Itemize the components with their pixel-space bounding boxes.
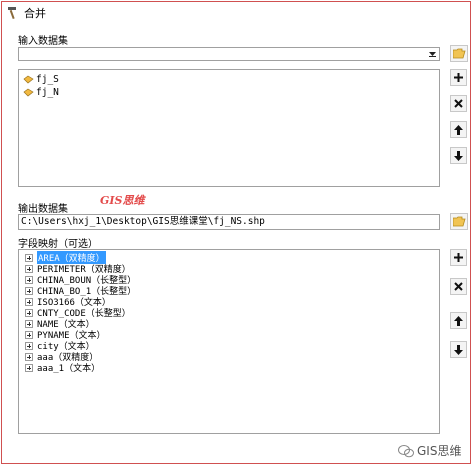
dataset-icon [23, 75, 34, 84]
browse-output-button[interactable] [450, 213, 468, 230]
field-map-tree[interactable]: AREA（双精度） PERIMETER（双精度） CHINA_BOUN（长整型）… [18, 249, 440, 434]
move-down-button[interactable] [450, 147, 467, 164]
list-item-label: fj_N [36, 87, 59, 98]
expand-icon[interactable] [25, 275, 33, 284]
hammer-icon [8, 7, 16, 20]
expand-icon[interactable] [25, 341, 33, 350]
dataset-icon [23, 88, 34, 97]
watermark-middle: GIS思维 [100, 194, 145, 207]
title-bar: 合并 [6, 5, 46, 21]
x-icon [454, 99, 463, 108]
expand-icon[interactable] [25, 253, 33, 262]
input-dataset-label: 输入数据集 [18, 36, 68, 47]
field-map-row[interactable]: aaa_1（文本） [25, 362, 101, 374]
plus-icon [454, 253, 463, 262]
folder-icon [452, 216, 466, 227]
expand-icon[interactable] [25, 308, 33, 317]
move-up-button[interactable] [450, 121, 467, 138]
remove-button[interactable] [450, 95, 467, 112]
move-field-down-button[interactable] [450, 341, 467, 358]
list-item[interactable]: fj_S [23, 73, 59, 86]
output-dataset-label: 输出数据集 [18, 204, 68, 215]
move-field-up-button[interactable] [450, 312, 467, 329]
expand-icon[interactable] [25, 264, 33, 273]
window-title: 合并 [24, 7, 46, 20]
browse-input-button[interactable] [450, 45, 468, 62]
list-item-label: fj_S [36, 74, 59, 85]
x-icon [454, 282, 463, 291]
expand-icon[interactable] [25, 363, 33, 372]
watermark-bottom-text: GIS思维 [417, 444, 462, 458]
arrow-down-icon [454, 344, 463, 355]
arrow-up-icon [454, 124, 463, 135]
add-button[interactable] [450, 69, 467, 86]
list-item[interactable]: fj_N [23, 86, 59, 99]
remove-field-button[interactable] [450, 278, 467, 295]
input-dataset-list[interactable]: fj_S fj_N [18, 69, 440, 187]
chevron-down-icon[interactable] [427, 49, 438, 59]
field-map-row-label: aaa_1（文本） [37, 364, 101, 374]
expand-icon[interactable] [25, 286, 33, 295]
expand-icon[interactable] [25, 319, 33, 328]
add-field-button[interactable] [450, 249, 467, 266]
arrow-up-icon [454, 315, 463, 326]
input-dataset-combo[interactable] [18, 47, 440, 61]
expand-icon[interactable] [25, 330, 33, 339]
arrow-down-icon [454, 150, 463, 161]
watermark-bottom: GIS思维 [398, 442, 461, 459]
folder-icon [452, 48, 466, 59]
expand-icon[interactable] [25, 297, 33, 306]
output-path-field[interactable]: C:\Users\hxj_1\Desktop\GIS思维课堂\fj_NS.shp [18, 214, 440, 230]
expand-icon[interactable] [25, 352, 33, 361]
field-map-label: 字段映射（可选） [18, 239, 98, 250]
wechat-icon [398, 444, 414, 457]
dialog-frame: 合并 输入数据集 fj_S fj_N GIS思维 输出数据集 C:\Users\… [1, 1, 471, 464]
plus-icon [454, 73, 463, 82]
